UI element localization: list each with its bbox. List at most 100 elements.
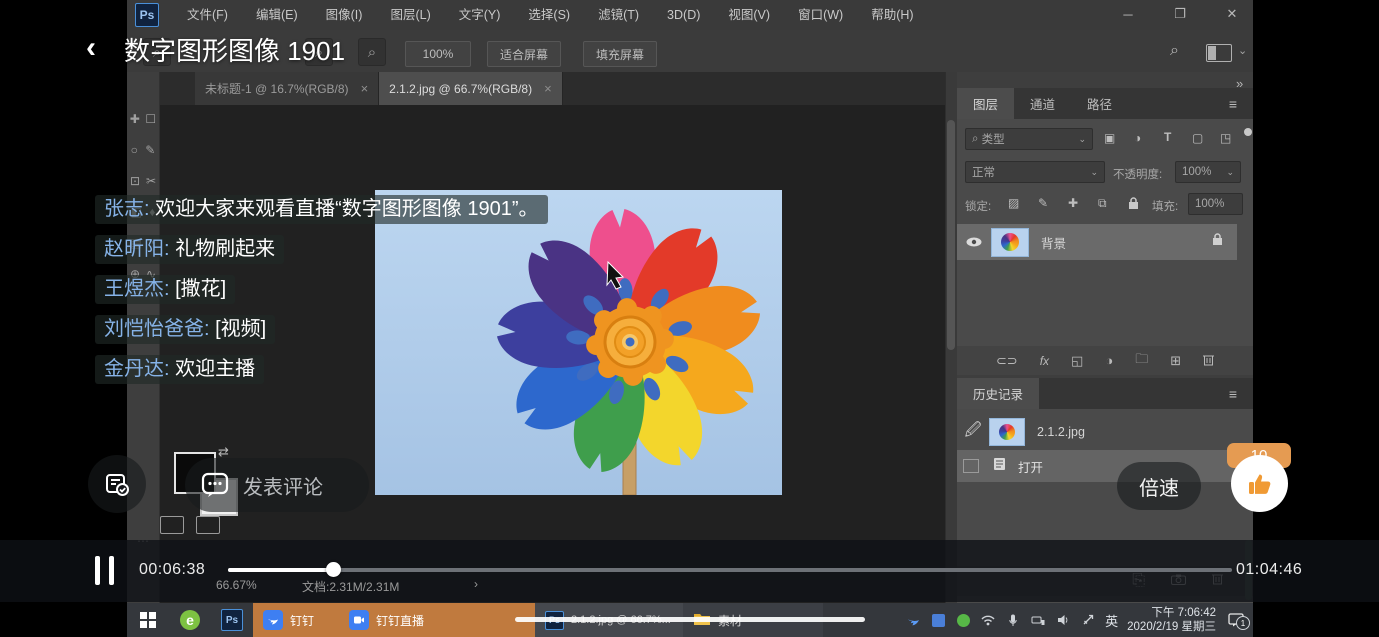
close-button[interactable]: ✕: [1215, 2, 1249, 26]
layer-thumbnail[interactable]: [991, 228, 1029, 257]
layer-filter-dropdown[interactable]: ⌕ 类型 ⌄: [965, 128, 1093, 150]
notification-icon[interactable]: 1: [1225, 612, 1247, 628]
blend-mode-value: 正常: [972, 164, 995, 180]
filter-smartobject-icon[interactable]: ◳: [1220, 131, 1231, 145]
history-menu-icon[interactable]: ≡: [1213, 378, 1253, 409]
tab-212jpg[interactable]: 2.1.2.jpg @ 66.7%(RGB/8) ×: [379, 72, 563, 105]
tab-untitled[interactable]: 未标题-1 @ 16.7%(RGB/8) ×: [195, 72, 379, 105]
filter-adjustment-icon[interactable]: ◑: [1134, 131, 1141, 145]
menu-window[interactable]: 窗口(W): [784, 0, 857, 30]
screen-mode-icon[interactable]: [196, 516, 220, 534]
comment-input[interactable]: 发表评论: [185, 458, 369, 512]
visibility-eye-icon[interactable]: [957, 237, 991, 247]
filter-text-icon[interactable]: T: [1164, 130, 1171, 144]
adjustment-layer-icon[interactable]: ◑: [1105, 353, 1113, 368]
menu-view[interactable]: 视图(V): [714, 0, 784, 30]
blend-mode-dropdown[interactable]: 正常 ⌄: [965, 161, 1105, 183]
move-tool-icon[interactable]: ✚: [130, 112, 140, 126]
tray-app-icon[interactable]: [930, 612, 946, 628]
search-icon[interactable]: ⌕: [1170, 42, 1179, 60]
fit-screen-button[interactable]: 适合屏幕: [487, 41, 561, 67]
menu-type[interactable]: 文字(Y): [445, 0, 515, 30]
opacity-input[interactable]: 100% ⌄: [1175, 161, 1241, 183]
tab-close-icon[interactable]: ×: [361, 81, 369, 96]
workspace-caret-icon[interactable]: ⌄: [1238, 44, 1247, 57]
filter-shape-icon[interactable]: ▢: [1192, 131, 1203, 145]
menu-edit[interactable]: 编辑(E): [242, 0, 312, 30]
photoshop-taskbar-icon[interactable]: Ps: [211, 603, 253, 637]
history-brush-icon[interactable]: 🖉: [957, 419, 989, 446]
playback-speed-button[interactable]: 倍速: [1117, 462, 1201, 510]
history-row-open[interactable]: 打开: [957, 450, 1253, 482]
marquee-tool-icon[interactable]: ☐: [145, 112, 156, 126]
crop-tool-icon[interactable]: ⊡: [130, 174, 140, 188]
filter-toggle-icon[interactable]: [1244, 128, 1252, 136]
slice-tool-icon[interactable]: ✂: [146, 174, 156, 188]
filter-pixel-icon[interactable]: ▣: [1104, 131, 1115, 145]
quick-mask-icon[interactable]: [160, 516, 184, 534]
history-source-checkbox[interactable]: [963, 459, 979, 473]
layer-row-background[interactable]: 背景: [957, 224, 1237, 260]
pause-button[interactable]: [95, 556, 114, 585]
restore-button[interactable]: ❐: [1163, 2, 1197, 26]
tab-layers[interactable]: 图层: [957, 88, 1014, 119]
back-icon[interactable]: ‹: [86, 33, 96, 63]
start-button[interactable]: [127, 603, 169, 637]
tray-mic-icon[interactable]: [1005, 612, 1021, 628]
tray-ime-label[interactable]: 英: [1105, 611, 1118, 630]
tab-paths[interactable]: 路径: [1071, 88, 1128, 119]
tray-speaker-icon[interactable]: [1055, 612, 1071, 628]
history-row-snapshot[interactable]: 🖉 2.1.2.jpg: [957, 414, 1253, 450]
lock-all-icon[interactable]: [1128, 197, 1139, 215]
taskbar-task-dingtalk-live[interactable]: 钉钉直播: [339, 603, 535, 637]
history-thumbnail[interactable]: [989, 418, 1025, 446]
tray-dingtalk-icon[interactable]: [905, 612, 921, 628]
zoom-100-button[interactable]: 100%: [405, 41, 471, 67]
tray-usb-icon[interactable]: [1080, 612, 1096, 628]
progress-track[interactable]: [228, 568, 1232, 572]
menu-file[interactable]: 文件(F): [173, 0, 242, 30]
pen-tool-icon[interactable]: ✎: [145, 143, 155, 157]
tray-security-icon[interactable]: [955, 612, 971, 628]
tray-clock[interactable]: 下午 7:06:42 2020/2/19 星期三: [1127, 606, 1216, 634]
lock-position-icon[interactable]: ✚: [1068, 196, 1078, 210]
lasso-tool-icon[interactable]: ○: [131, 143, 138, 157]
layer-mask-icon[interactable]: ◱: [1071, 353, 1083, 369]
layer-group-icon[interactable]: 🗀: [1135, 350, 1148, 372]
menu-help[interactable]: 帮助(H): [857, 0, 927, 30]
workspace-icon[interactable]: [1206, 44, 1232, 62]
like-button[interactable]: [1231, 455, 1288, 512]
layer-style-icon[interactable]: fx: [1040, 354, 1049, 368]
zoom-out-icon[interactable]: ⌕: [358, 38, 386, 66]
menu-select[interactable]: 选择(S): [514, 0, 584, 30]
link-layers-icon[interactable]: ⊂⊃: [996, 353, 1018, 369]
home-indicator[interactable]: [515, 617, 865, 622]
layers-menu-icon[interactable]: ≡: [1213, 88, 1253, 119]
status-expand-icon[interactable]: ›: [474, 577, 478, 591]
fill-input[interactable]: 100%: [1188, 193, 1243, 215]
tab-history[interactable]: 历史记录: [957, 378, 1039, 409]
tray-network-icon[interactable]: [1030, 612, 1046, 628]
taskbar-task-dingtalk[interactable]: 钉钉: [253, 603, 339, 637]
delete-layer-icon[interactable]: [1203, 353, 1214, 369]
notes-button[interactable]: [88, 455, 146, 513]
menu-image[interactable]: 图像(I): [312, 0, 377, 30]
tab-close-icon[interactable]: ×: [544, 81, 552, 96]
lock-transparency-icon[interactable]: ▨: [1008, 196, 1019, 210]
fill-screen-button[interactable]: 填充屏幕: [583, 41, 657, 67]
progress-thumb[interactable]: [326, 562, 341, 577]
tray-wifi-icon[interactable]: [980, 612, 996, 628]
menu-3d[interactable]: 3D(D): [653, 0, 714, 30]
menu-layer[interactable]: 图层(L): [376, 0, 444, 30]
chat-message: 张志: 欢迎大家来观看直播“数字图形图像 1901”。: [95, 194, 560, 225]
menu-filter[interactable]: 滤镜(T): [584, 0, 653, 30]
chat-message: 刘恺怡爸爸: [视频]: [95, 314, 575, 345]
new-layer-icon[interactable]: ⊞: [1170, 353, 1181, 369]
lock-artboard-icon[interactable]: ⧉: [1098, 196, 1107, 211]
minimize-button[interactable]: ─: [1111, 2, 1145, 26]
status-zoom[interactable]: 66.67%: [216, 578, 257, 592]
canvas-scrollbar-thumb[interactable]: [947, 120, 955, 350]
lock-pixels-icon[interactable]: ✎: [1038, 196, 1048, 210]
browser-taskbar-icon[interactable]: e: [169, 603, 211, 637]
tab-channels[interactable]: 通道: [1014, 88, 1071, 119]
